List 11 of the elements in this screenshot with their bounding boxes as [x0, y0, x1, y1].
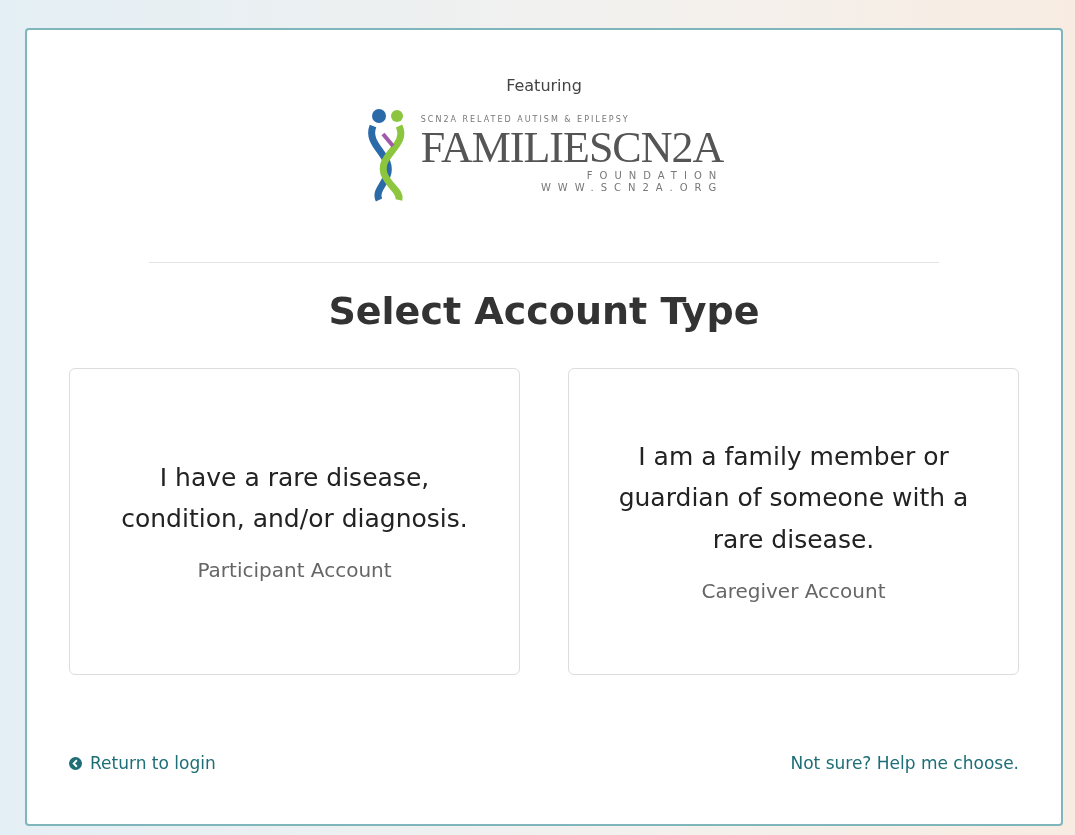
logo-subtitle: FOUNDATION [585, 170, 724, 182]
account-option-card[interactable]: I am a family member or guardian of someone with a rare disease. Caregiver Account [568, 367, 1019, 675]
back-icon [69, 756, 82, 770]
help-link[interactable]: Not sure? Help me choose. [790, 750, 1019, 776]
return-to-login-link[interactable]: Return to login [69, 750, 216, 776]
page-heading: Select Account Type [327, 289, 761, 335]
logo-website: WWW.SCN2A.ORG [540, 182, 724, 194]
account-option-card[interactable]: I have a rare disease, condition, and/or diagnosis. Participant Account [69, 367, 520, 675]
featuring-label: Featuring [505, 75, 583, 97]
logo-wordmark: FAMILIESCN2A [420, 126, 724, 170]
logo-tagline: SCN2A RELATED AUTISM & EPILEPSY [420, 114, 631, 126]
